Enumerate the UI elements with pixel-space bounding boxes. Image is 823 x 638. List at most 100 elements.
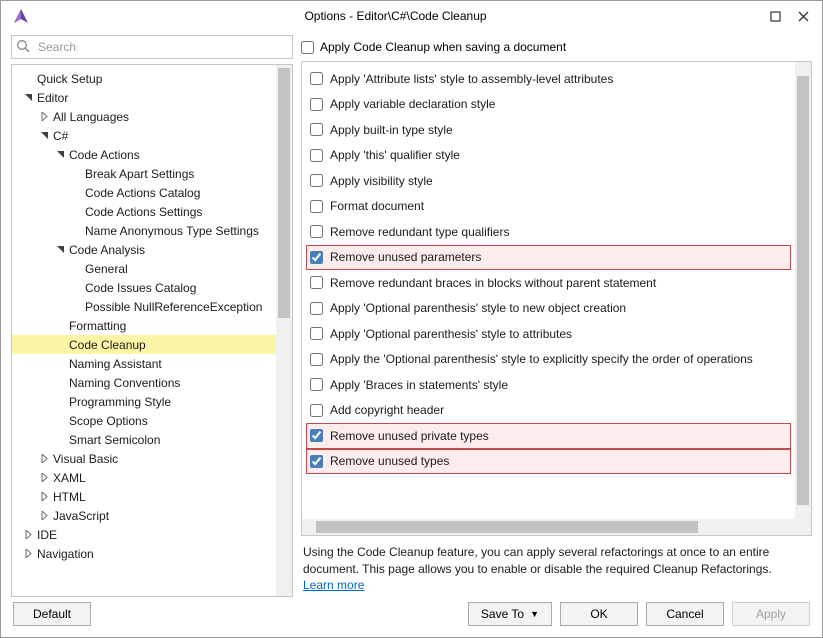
cleanup-option-label: Remove redundant type qualifiers bbox=[330, 225, 509, 239]
cleanup-option-checkbox[interactable] bbox=[310, 123, 323, 136]
cleanup-option-label: Apply 'Optional parenthesis' style to at… bbox=[330, 327, 572, 341]
cleanup-option-row[interactable]: Remove unused types bbox=[306, 449, 791, 475]
default-button[interactable]: Default bbox=[13, 602, 91, 626]
tree-item[interactable]: Programming Style bbox=[12, 392, 276, 411]
tree-item[interactable]: Code Analysis bbox=[12, 240, 276, 259]
tree-item[interactable]: Possible NullReferenceException bbox=[12, 297, 276, 316]
tree-item[interactable]: Name Anonymous Type Settings bbox=[12, 221, 276, 240]
cleanup-option-row[interactable]: Add copyright header bbox=[306, 398, 791, 424]
tree-item[interactable]: Naming Assistant bbox=[12, 354, 276, 373]
apply-on-save-checkbox[interactable] bbox=[301, 41, 314, 54]
options-hscrollbar[interactable] bbox=[302, 519, 811, 535]
cleanup-option-checkbox[interactable] bbox=[310, 327, 323, 340]
tree-expander-icon[interactable] bbox=[54, 149, 66, 161]
tree-spacer bbox=[70, 301, 82, 313]
tree-item-label: All Languages bbox=[53, 110, 129, 124]
cleanup-option-row[interactable]: Apply 'Optional parenthesis' style to ne… bbox=[306, 296, 791, 322]
tree-spacer bbox=[54, 358, 66, 370]
cleanup-option-row[interactable]: Remove redundant braces in blocks withou… bbox=[306, 270, 791, 296]
cleanup-option-label: Add copyright header bbox=[330, 403, 444, 417]
cleanup-option-checkbox[interactable] bbox=[310, 98, 323, 111]
tree-item[interactable]: HTML bbox=[12, 487, 276, 506]
cleanup-option-checkbox[interactable] bbox=[310, 149, 323, 162]
cleanup-option-checkbox[interactable] bbox=[310, 225, 323, 238]
search-input[interactable] bbox=[11, 35, 293, 59]
cleanup-option-row[interactable]: Apply built-in type style bbox=[306, 117, 791, 143]
cleanup-option-checkbox[interactable] bbox=[310, 455, 323, 468]
cleanup-option-row[interactable]: Remove unused parameters bbox=[306, 245, 791, 271]
options-vscrollbar[interactable] bbox=[795, 62, 811, 519]
tree-item[interactable]: Code Actions Settings bbox=[12, 202, 276, 221]
cleanup-option-checkbox[interactable] bbox=[310, 174, 323, 187]
learn-more-link[interactable]: Learn more bbox=[303, 578, 364, 592]
tree-expander-icon[interactable] bbox=[38, 491, 50, 503]
tree-item[interactable]: General bbox=[12, 259, 276, 278]
cleanup-option-checkbox[interactable] bbox=[310, 353, 323, 366]
cleanup-option-label: Remove unused types bbox=[330, 454, 449, 468]
cleanup-option-label: Apply 'Attribute lists' style to assembl… bbox=[330, 72, 613, 86]
cleanup-option-row[interactable]: Apply 'Attribute lists' style to assembl… bbox=[306, 66, 791, 92]
tree-item[interactable]: Break Apart Settings bbox=[12, 164, 276, 183]
tree-expander-icon[interactable] bbox=[22, 92, 34, 104]
tree-item[interactable]: Quick Setup bbox=[12, 69, 276, 88]
cleanup-option-label: Apply 'Braces in statements' style bbox=[330, 378, 508, 392]
tree-expander-icon[interactable] bbox=[22, 548, 34, 560]
tree-item[interactable]: Visual Basic bbox=[12, 449, 276, 468]
tree-item-label: Programming Style bbox=[69, 395, 171, 409]
tree-item[interactable]: All Languages bbox=[12, 107, 276, 126]
tree-item-label: Code Cleanup bbox=[69, 338, 146, 352]
tree-expander-icon[interactable] bbox=[22, 529, 34, 541]
tree-expander-icon[interactable] bbox=[38, 472, 50, 484]
close-button[interactable] bbox=[790, 5, 816, 27]
content-area: Quick SetupEditorAll LanguagesC#Code Act… bbox=[1, 31, 822, 597]
cleanup-option-row[interactable]: Apply 'Optional parenthesis' style to at… bbox=[306, 321, 791, 347]
tree-item[interactable]: Code Issues Catalog bbox=[12, 278, 276, 297]
tree-expander-icon[interactable] bbox=[38, 111, 50, 123]
tree-item[interactable]: Smart Semicolon bbox=[12, 430, 276, 449]
tree-item-label: Code Analysis bbox=[69, 243, 145, 257]
tree-item[interactable]: Code Cleanup bbox=[12, 335, 276, 354]
tree-scrollbar[interactable] bbox=[276, 65, 292, 596]
cleanup-option-row[interactable]: Apply the 'Optional parenthesis' style t… bbox=[306, 347, 791, 373]
cleanup-option-row[interactable]: Apply 'this' qualifier style bbox=[306, 143, 791, 169]
cleanup-option-row[interactable]: Apply 'Braces in statements' style bbox=[306, 372, 791, 398]
maximize-button[interactable] bbox=[762, 5, 788, 27]
cleanup-option-checkbox[interactable] bbox=[310, 404, 323, 417]
tree-item[interactable]: Code Actions bbox=[12, 145, 276, 164]
tree-expander-icon[interactable] bbox=[38, 510, 50, 522]
cleanup-option-checkbox[interactable] bbox=[310, 429, 323, 442]
tree-item[interactable]: JavaScript bbox=[12, 506, 276, 525]
cleanup-option-checkbox[interactable] bbox=[310, 276, 323, 289]
tree-item[interactable]: Scope Options bbox=[12, 411, 276, 430]
tree-item[interactable]: Code Actions Catalog bbox=[12, 183, 276, 202]
options-list: Apply 'Attribute lists' style to assembl… bbox=[302, 62, 795, 519]
tree-item-label: Smart Semicolon bbox=[69, 433, 160, 447]
tree-expander-icon[interactable] bbox=[38, 453, 50, 465]
cleanup-option-row[interactable]: Remove unused private types bbox=[306, 423, 791, 449]
cleanup-option-row[interactable]: Apply variable declaration style bbox=[306, 92, 791, 118]
cleanup-option-checkbox[interactable] bbox=[310, 72, 323, 85]
tree-item[interactable]: IDE bbox=[12, 525, 276, 544]
tree-expander-icon[interactable] bbox=[54, 244, 66, 256]
apply-button[interactable]: Apply bbox=[732, 602, 810, 626]
options-tree[interactable]: Quick SetupEditorAll LanguagesC#Code Act… bbox=[12, 65, 276, 596]
cleanup-option-row[interactable]: Apply visibility style bbox=[306, 168, 791, 194]
cleanup-option-checkbox[interactable] bbox=[310, 251, 323, 264]
tree-item[interactable]: Navigation bbox=[12, 544, 276, 563]
cleanup-option-checkbox[interactable] bbox=[310, 378, 323, 391]
save-to-button[interactable]: Save To ▼ bbox=[468, 602, 552, 626]
cleanup-option-row[interactable]: Format document bbox=[306, 194, 791, 220]
tree-item[interactable]: XAML bbox=[12, 468, 276, 487]
tree-item[interactable]: C# bbox=[12, 126, 276, 145]
cancel-button[interactable]: Cancel bbox=[646, 602, 724, 626]
tree-expander-icon[interactable] bbox=[38, 130, 50, 142]
save-to-label: Save To bbox=[481, 607, 524, 621]
tree-item[interactable]: Naming Conventions bbox=[12, 373, 276, 392]
cleanup-option-checkbox[interactable] bbox=[310, 200, 323, 213]
tree-item[interactable]: Formatting bbox=[12, 316, 276, 335]
tree-item[interactable]: Editor bbox=[12, 88, 276, 107]
cleanup-option-checkbox[interactable] bbox=[310, 302, 323, 315]
ok-button[interactable]: OK bbox=[560, 602, 638, 626]
apply-on-save-row[interactable]: Apply Code Cleanup when saving a documen… bbox=[301, 35, 812, 59]
cleanup-option-row[interactable]: Remove redundant type qualifiers bbox=[306, 219, 791, 245]
